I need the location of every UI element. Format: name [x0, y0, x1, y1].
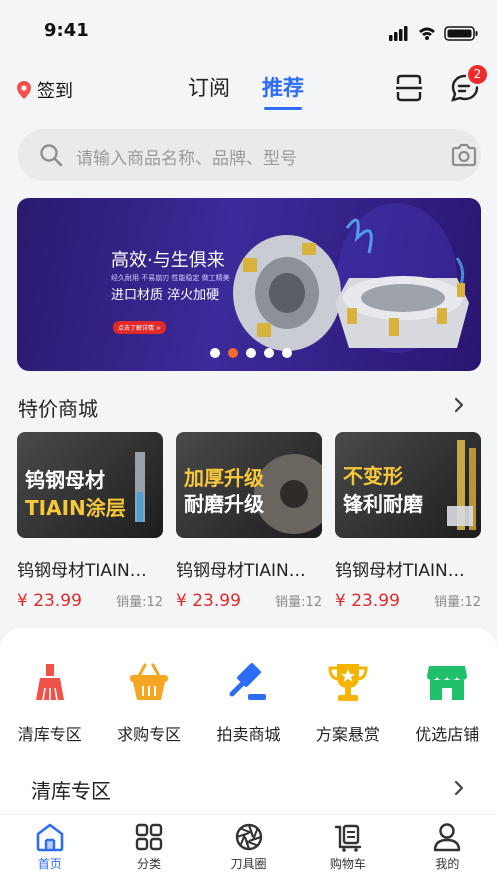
tab-cart[interactable]: 购物车 [298, 815, 397, 883]
top-header: 签到 订阅 推荐 [0, 60, 497, 120]
product-image-line2: 耐磨升级 [184, 492, 264, 516]
product-image-line1: 不变形 [343, 464, 403, 488]
tab-category[interactable]: 分类 [99, 815, 198, 883]
home-icon [36, 823, 64, 852]
banner-pagination [210, 348, 292, 358]
product-price: ¥ 23.99 [335, 591, 400, 611]
product-image-line2: TIAIN涂层 [25, 496, 126, 520]
aperture-icon [235, 823, 262, 851]
broom-icon [35, 664, 64, 701]
category-grid: 清库专区 求购专区 拍卖商城 方案悬赏 优选店铺 [0, 660, 497, 745]
tab-recommend[interactable]: 推荐 [262, 72, 304, 110]
clearance-section-title: 清库专区 [31, 779, 111, 803]
chevron-right-icon[interactable] [452, 396, 466, 414]
tab-label: 分类 [137, 857, 162, 871]
checkin-button[interactable]: 签到 [17, 77, 73, 103]
product-image: 不变形 锋利耐磨 [335, 432, 481, 538]
location-pin-icon [17, 81, 31, 99]
product-image-line1: 钨钢母材 [25, 468, 105, 492]
product-price: ¥ 23.99 [176, 591, 241, 611]
product-sales: 销量:12 [434, 595, 481, 610]
tab-label: 购物车 [329, 857, 366, 871]
trophy-icon [328, 664, 368, 701]
product-sales: 销量:12 [275, 595, 322, 610]
status-time: 9:41 [44, 20, 89, 41]
category-clearance[interactable]: 清库专区 [0, 660, 99, 745]
product-card[interactable]: 钨钢母材 TIAIN涂层 钨钢母材TIAIN涂层 ¥ 23.99 销量:12 [17, 432, 163, 611]
product-image: 钨钢母材 TIAIN涂层 [17, 432, 163, 538]
category-bounty[interactable]: 方案悬赏 [298, 660, 397, 745]
feed-tabs: 订阅 推荐 [188, 72, 304, 110]
category-panel: 清库专区 求购专区 拍卖商城 方案悬赏 优选店铺 清库专区 [0, 628, 497, 815]
product-image-line1: 加厚升级 [184, 466, 264, 490]
bottom-tab-bar: 首页 分类 刀具圈 购物车 我的 [0, 814, 497, 883]
product-image-line2: 锋利耐磨 [343, 492, 423, 516]
tab-mine[interactable]: 我的 [398, 815, 497, 883]
camera-icon[interactable] [450, 143, 478, 167]
banner-dot[interactable] [210, 348, 220, 358]
tab-home[interactable]: 首页 [0, 815, 99, 883]
banner-cta-button[interactable]: 点击了解详情 > [113, 321, 166, 334]
user-icon [434, 823, 461, 852]
product-image: 加厚升级 耐磨升级 [176, 432, 322, 538]
category-label: 清库专区 [17, 725, 82, 744]
search-bar[interactable]: 请输入商品名称、品牌、型号 [18, 129, 481, 181]
banner-dot[interactable] [282, 348, 292, 358]
grid-icon [135, 823, 163, 851]
product-card[interactable]: 加厚升级 耐磨升级 钨钢母材TIAIN涂层 ¥ 23.99 销量:12 [176, 432, 322, 611]
cart-icon [334, 824, 362, 852]
special-section-title: 特价商城 [18, 397, 98, 421]
promo-banner[interactable]: 高效·与生俱来 经久耐用 不易崩刃 性能稳定 做工精美 进口材质 淬火加硬 点击… [17, 198, 481, 371]
banner-tagline: 进口材质 淬火加硬 [111, 288, 220, 303]
tab-label: 首页 [37, 857, 62, 871]
tab-tool-circle[interactable]: 刀具圈 [199, 815, 298, 883]
product-price: ¥ 23.99 [17, 591, 82, 611]
banner-dot-active[interactable] [228, 348, 238, 358]
basket-icon [130, 663, 169, 700]
store-icon [427, 666, 468, 700]
product-name: 钨钢母材TIAIN涂层 [176, 561, 316, 581]
special-product-list: 钨钢母材 TIAIN涂层 钨钢母材TIAIN涂层 ¥ 23.99 销量:12 加… [17, 432, 481, 612]
banner-subline: 经久耐用 不易崩刃 性能稳定 做工精美 [111, 274, 230, 282]
category-auction[interactable]: 拍卖商城 [199, 660, 298, 745]
tab-label: 我的 [435, 857, 460, 871]
banner-headline: 高效·与生俱来 [111, 250, 225, 271]
product-name: 钨钢母材TIAIN涂层 [335, 561, 475, 581]
product-card[interactable]: 不变形 锋利耐磨 钨钢母材TIAIN涂层 ¥ 23.99 销量:12 [335, 432, 481, 611]
scan-icon[interactable] [394, 73, 424, 103]
status-bar: 9:41 [0, 0, 497, 60]
status-icons [389, 26, 478, 41]
category-label: 求购专区 [117, 725, 182, 744]
banner-dot[interactable] [264, 348, 274, 358]
tab-subscribe[interactable]: 订阅 [188, 72, 230, 110]
category-purchase[interactable]: 求购专区 [99, 660, 198, 745]
banner-product-image [233, 203, 469, 353]
category-stores[interactable]: 优选店铺 [398, 660, 497, 745]
banner-dot[interactable] [246, 348, 256, 358]
gavel-icon [229, 663, 267, 700]
category-label: 方案悬赏 [315, 725, 380, 744]
checkin-label: 签到 [37, 81, 73, 102]
product-name: 钨钢母材TIAIN涂层 [17, 561, 157, 581]
message-badge: 2 [468, 65, 487, 84]
search-placeholder: 请输入商品名称、品牌、型号 [76, 149, 297, 169]
product-sales: 销量:12 [116, 595, 163, 610]
chevron-right-icon[interactable] [452, 779, 466, 797]
category-label: 拍卖商城 [216, 725, 281, 744]
category-label: 优选店铺 [415, 725, 480, 744]
tab-label: 刀具圈 [230, 857, 267, 871]
search-icon [40, 144, 63, 167]
